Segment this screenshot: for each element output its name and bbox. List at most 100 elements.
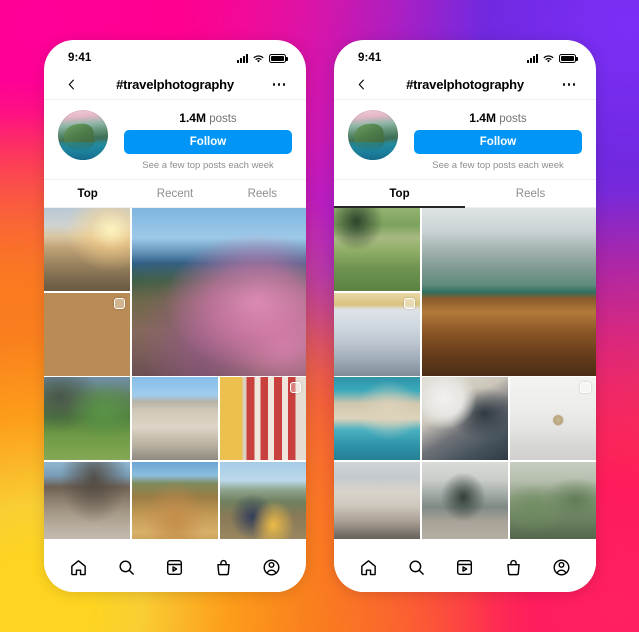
- profile-subtext: See a few top posts each week: [432, 160, 564, 171]
- more-options-dots: [272, 83, 286, 86]
- post-grid: [334, 208, 596, 539]
- tab-reels[interactable]: Reels: [465, 180, 596, 207]
- battery-icon: [559, 53, 578, 63]
- post-count-value: 1.4M: [179, 111, 206, 125]
- post-striped-wall-shadow[interactable]: [219, 377, 306, 460]
- post-count: 1.4M posts: [124, 110, 292, 130]
- follow-button[interactable]: Follow: [124, 130, 292, 154]
- post-thumbnail: [219, 461, 306, 539]
- post-packed-suitcase[interactable]: [421, 377, 509, 460]
- page-title: #travelphotography: [116, 77, 234, 92]
- bottom-nav-bar: [44, 546, 306, 592]
- wifi-icon: [252, 52, 265, 65]
- status-bar: 9:41: [44, 40, 306, 70]
- back-button[interactable]: [350, 77, 372, 92]
- post-count-label: posts: [209, 113, 237, 125]
- post-turquoise-cove[interactable]: [334, 377, 421, 460]
- hashtag-profile-block: 1.4M posts Follow See a few top posts each…: [44, 100, 306, 180]
- tab-bar: Top Recent Reels: [44, 180, 306, 208]
- reels-icon[interactable]: [455, 558, 474, 577]
- post-thumbnail: [334, 377, 421, 460]
- profile-icon[interactable]: [552, 558, 571, 577]
- profile-icon[interactable]: [262, 558, 281, 577]
- post-thumbnail: [509, 461, 596, 539]
- search-icon[interactable]: [117, 558, 136, 577]
- status-clock: 9:41: [68, 52, 92, 64]
- post-count-label: posts: [499, 113, 527, 125]
- cellular-bars-icon: [237, 53, 248, 63]
- post-coastal-flowers[interactable]: [131, 208, 306, 376]
- profile-details: 1.4M posts Follow See a few top posts each…: [398, 110, 582, 171]
- post-alpine-hikers[interactable]: [334, 208, 421, 291]
- tab-recent[interactable]: Recent: [131, 180, 218, 207]
- post-picnic-viewpoint[interactable]: [219, 461, 306, 539]
- post-coffee-cake[interactable]: [44, 292, 131, 376]
- wifi-icon: [542, 52, 555, 65]
- status-icon-group: [237, 52, 288, 65]
- post-airport-traveler[interactable]: [334, 292, 421, 376]
- post-thumbnail: [334, 461, 421, 539]
- post-thumbnail: [334, 208, 421, 291]
- shop-bag-icon[interactable]: [504, 558, 523, 577]
- tab-reels[interactable]: Reels: [219, 180, 306, 207]
- home-icon[interactable]: [69, 558, 88, 577]
- post-count-value: 1.4M: [469, 111, 496, 125]
- battery-icon: [269, 53, 288, 63]
- post-thumbnail: [44, 461, 131, 539]
- more-options-icon[interactable]: [268, 83, 290, 86]
- page-title: #travelphotography: [406, 77, 524, 92]
- status-clock: 9:41: [358, 52, 382, 64]
- multi-post-icon: [290, 382, 301, 393]
- phone-mockup-left: 9:41 #travelphotography 1.4M posts Follow Se…: [44, 40, 306, 592]
- post-photographer-camera[interactable]: [421, 461, 509, 539]
- post-thumbnail: [421, 461, 509, 539]
- post-plant-patio[interactable]: [509, 461, 596, 539]
- reels-icon[interactable]: [165, 558, 184, 577]
- battery-level: [561, 55, 574, 61]
- home-icon[interactable]: [359, 558, 378, 577]
- post-mountain-lake-boat[interactable]: [421, 208, 596, 376]
- avatar: [348, 110, 398, 160]
- profile-subtext: See a few top posts each week: [142, 160, 274, 171]
- multi-post-icon: [580, 382, 591, 393]
- more-options-dots: [562, 83, 576, 86]
- post-palm-garden[interactable]: [44, 377, 131, 460]
- app-header: #travelphotography: [44, 70, 306, 100]
- tab-bar: Top Reels: [334, 180, 596, 208]
- more-options-icon[interactable]: [558, 83, 580, 86]
- post-thumbnail: [131, 208, 306, 376]
- phone-mockup-right: 9:41 #travelphotography 1.4M posts Follow Se…: [334, 40, 596, 592]
- hashtag-profile-block: 1.4M posts Follow See a few top posts each…: [334, 100, 596, 180]
- post-pebble-beach-cliff[interactable]: [44, 461, 131, 539]
- post-hikers-trail[interactable]: [131, 461, 219, 539]
- app-header: #travelphotography: [334, 70, 596, 100]
- multi-post-icon: [404, 297, 416, 309]
- post-thumbnail: [44, 208, 131, 291]
- post-thumbnail: [421, 377, 509, 460]
- post-count: 1.4M posts: [414, 110, 582, 130]
- post-thumbnail: [44, 377, 131, 460]
- shop-bag-icon[interactable]: [214, 558, 233, 577]
- post-grid: [44, 208, 306, 539]
- back-button[interactable]: [60, 77, 82, 92]
- post-thumbnail: [421, 208, 596, 376]
- post-thumbnail: [131, 461, 219, 539]
- post-beach-sunset[interactable]: [44, 208, 131, 291]
- avatar: [58, 110, 108, 160]
- instagram-hashtag-mockup: 9:41 #travelphotography 1.4M posts Follow Se…: [0, 0, 639, 632]
- tab-top[interactable]: Top: [334, 180, 465, 208]
- multi-post-icon: [114, 297, 126, 309]
- post-globe-window[interactable]: [509, 377, 596, 460]
- follow-button[interactable]: Follow: [414, 130, 582, 154]
- tab-top[interactable]: Top: [44, 180, 131, 207]
- status-icon-group: [527, 52, 578, 65]
- cellular-bars-icon: [527, 53, 538, 63]
- status-bar: 9:41: [334, 40, 596, 70]
- post-stone-archway[interactable]: [131, 377, 219, 460]
- bottom-nav-bar: [334, 546, 596, 592]
- search-icon[interactable]: [407, 558, 426, 577]
- post-city-street[interactable]: [334, 461, 421, 539]
- post-thumbnail: [131, 377, 219, 460]
- profile-details: 1.4M posts Follow See a few top posts each…: [108, 110, 292, 171]
- battery-level: [271, 55, 284, 61]
